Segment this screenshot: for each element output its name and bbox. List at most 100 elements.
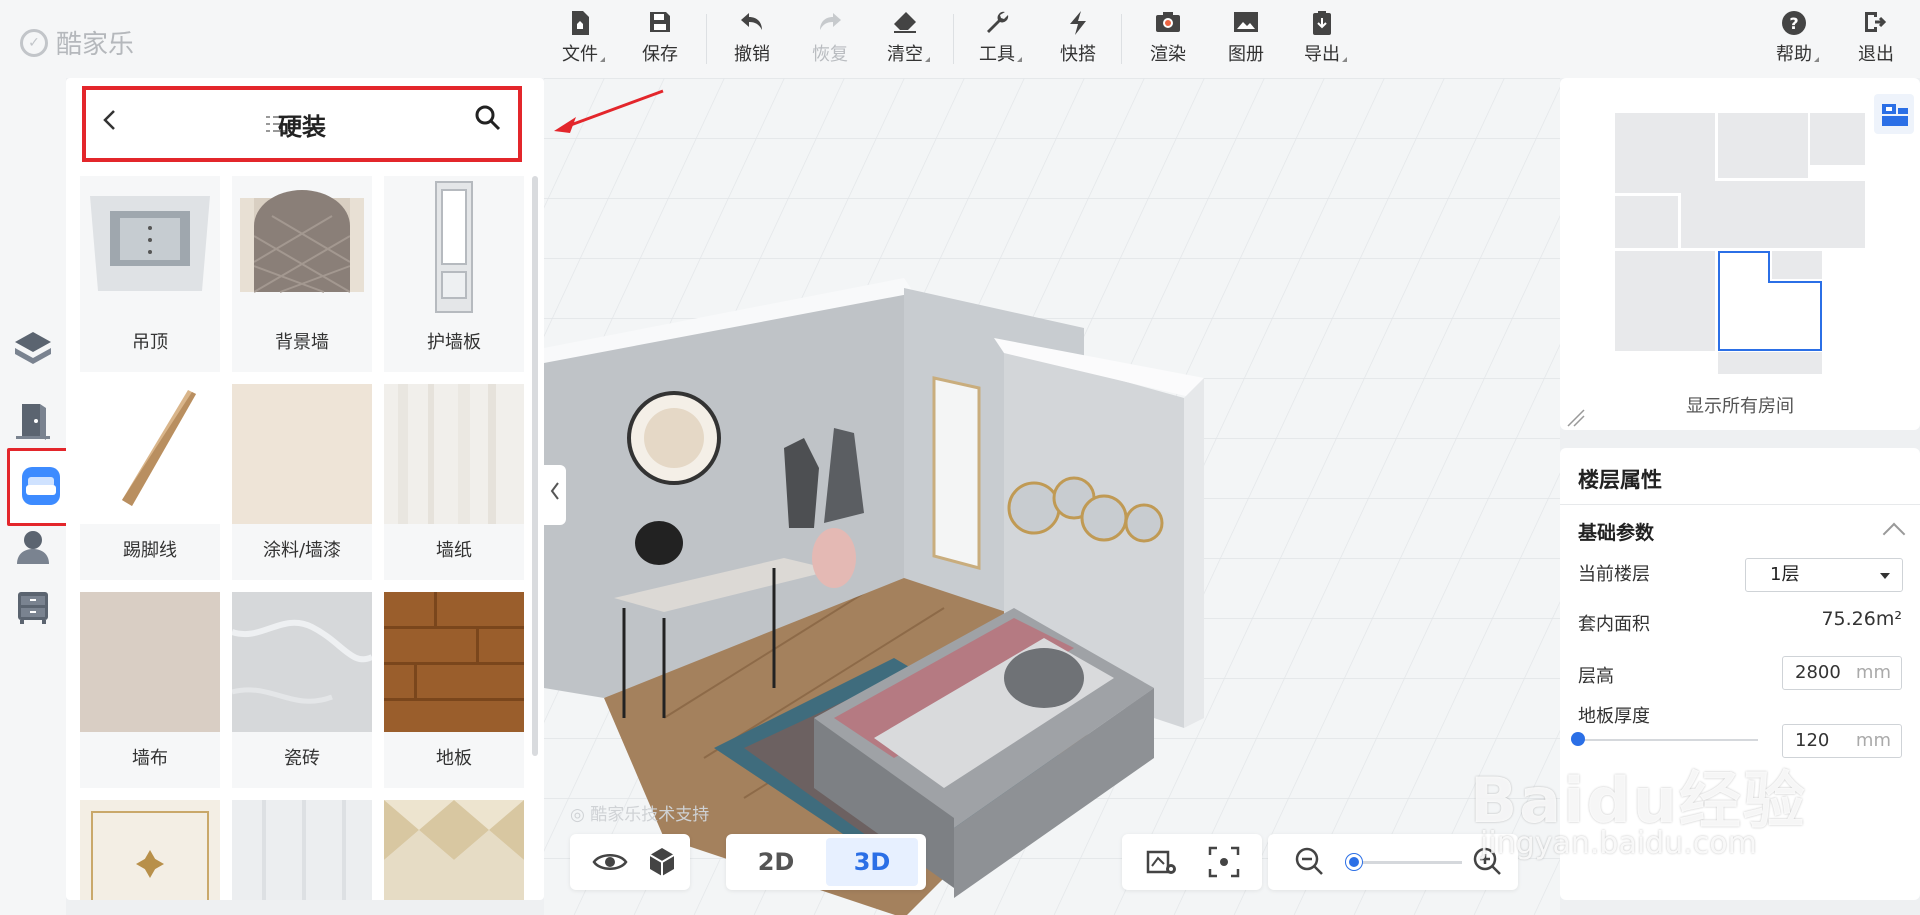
thickness-slider-track[interactable] (1578, 739, 1758, 741)
floorplan-icon (15, 332, 51, 364)
svg-text:?: ? (1789, 14, 1798, 33)
collapse-chevron-icon[interactable] (1882, 522, 1906, 546)
catalog-item-label: 墙布 (132, 748, 168, 769)
cube-view-button[interactable] (642, 842, 682, 882)
picture-icon (1211, 10, 1281, 40)
file-icon (545, 10, 615, 40)
floor-height-value: 2800 (1795, 662, 1841, 683)
catalog-item-wainscot[interactable]: 护墙板 (384, 176, 524, 372)
door-icon (16, 404, 50, 440)
toolbar-divider (706, 14, 707, 64)
wood-floor-thumbnail (384, 592, 524, 732)
sofa-icon (22, 467, 60, 505)
quick-button[interactable]: 快搭 (1043, 10, 1113, 70)
search-button[interactable] (474, 104, 506, 140)
toggle-minimap-button[interactable] (1874, 94, 1914, 134)
baseboard-thumbnail (80, 384, 220, 524)
basic-params-heading: 基础参数 (1578, 522, 1655, 544)
catalog-item-feature-wall[interactable]: 背景墙 (232, 176, 372, 372)
rail-door-window-button[interactable] (12, 400, 54, 442)
redo-label: 恢复 (812, 44, 848, 65)
cube-icon (649, 848, 675, 876)
chevron-left-icon (550, 482, 559, 500)
catalog-item-baseboard[interactable]: 踢脚线 (80, 384, 220, 580)
floor-properties-title: 楼层属性 (1578, 468, 1662, 492)
floorplan-minimap[interactable]: 显示所有房间 (1560, 78, 1920, 430)
catalog-item-partial[interactable] (80, 800, 220, 900)
focus-button[interactable] (1204, 842, 1244, 882)
catalog-item-wallcloth[interactable]: 墙布 (80, 592, 220, 788)
zoom-out-icon (1295, 847, 1323, 875)
zoom-slider-knob[interactable] (1346, 854, 1362, 870)
file-button[interactable]: 文件 (545, 10, 615, 70)
catalog-item-label: 墙纸 (436, 540, 472, 561)
floor-thickness-unit: mm (1855, 730, 1891, 751)
catalog-item-partial[interactable] (232, 800, 372, 900)
zoom-out-button[interactable] (1290, 842, 1330, 882)
rail-person-button[interactable] (12, 526, 54, 568)
export-icon (1287, 10, 1357, 40)
camera-icon (1133, 10, 1203, 40)
show-all-rooms-link[interactable]: 显示所有房间 (1560, 392, 1920, 418)
dropdown-corner-icon (925, 57, 930, 62)
divider (1560, 504, 1920, 505)
undo-button[interactable]: 撤销 (717, 10, 787, 70)
save-button[interactable]: 保存 (625, 10, 695, 70)
help-button[interactable]: ? 帮助 (1759, 10, 1829, 70)
album-label: 图册 (1228, 44, 1264, 65)
zoom-slider-track[interactable] (1352, 861, 1462, 864)
rail-hard-decor-button[interactable] (7, 448, 73, 526)
catalog-item-paint[interactable]: 涂料/墙漆 (232, 384, 372, 580)
export-button[interactable]: 导出 (1287, 10, 1357, 70)
catalog-item-wood-floor[interactable]: 地板 (384, 592, 524, 788)
camera-settings-button[interactable] (1142, 842, 1182, 882)
tools-button[interactable]: 工具 (962, 10, 1032, 70)
album-button[interactable]: 图册 (1211, 10, 1281, 70)
panel-header: 硬装 (82, 86, 522, 162)
rail-cabinet-button[interactable] (12, 586, 54, 628)
catalog-item-tile[interactable]: 瓷砖 (232, 592, 372, 788)
top-toolbar: ✓ 酷家乐 文件 保存 撤销 恢复 清空 工具 快搭 渲染 图册 导出 ? 帮助… (0, 0, 1920, 78)
app-logo: ✓ 酷家乐 (20, 24, 134, 61)
support-watermark: ◎ 酷家乐技术支持 (570, 800, 709, 825)
rail-floorplan-button[interactable] (12, 328, 54, 370)
current-floor-value: 1层 (1770, 564, 1800, 585)
area-label: 套内面积 (1578, 614, 1650, 635)
clear-label: 清空 (887, 44, 923, 65)
render-button[interactable]: 渲染 (1133, 10, 1203, 70)
redo-button[interactable]: 恢复 (795, 10, 865, 70)
tile-thumbnail (232, 592, 372, 732)
panel-collapse-button[interactable] (544, 465, 566, 525)
wainscot-thumbnail (384, 176, 524, 316)
catalog-item-wallpaper[interactable]: 墙纸 (384, 384, 524, 580)
catalog-item-ceiling[interactable]: 吊顶 (80, 176, 220, 372)
exit-label: 退出 (1858, 44, 1894, 65)
thickness-slider-knob[interactable] (1571, 732, 1585, 746)
mode-2d-button[interactable]: 2D (730, 838, 822, 886)
dropdown-corner-icon (600, 57, 605, 62)
wallcloth-thumbnail (80, 592, 220, 732)
panel-title: 硬装 (278, 113, 326, 141)
catalog-item-label: 吊顶 (132, 332, 168, 353)
clear-button[interactable]: 清空 (870, 10, 940, 70)
current-floor-select[interactable]: 1层 (1745, 558, 1903, 592)
mode-3d-button[interactable]: 3D (826, 838, 918, 886)
floor-height-unit: mm (1855, 662, 1891, 683)
view-mode-toggle: 2D 3D (726, 834, 926, 890)
panel-scrollbar[interactable] (532, 176, 538, 756)
exit-button[interactable]: 退出 (1841, 10, 1911, 70)
3d-viewport[interactable] (544, 78, 1560, 915)
redo-icon (795, 10, 865, 40)
panel-thumbnail (232, 800, 372, 900)
render-label: 渲染 (1150, 44, 1186, 65)
floor-height-input[interactable]: 2800 mm (1782, 656, 1902, 690)
exit-icon (1841, 10, 1911, 40)
dropdown-corner-icon (1017, 57, 1022, 62)
catalog-item-partial[interactable] (384, 800, 524, 900)
annotation-arrow (554, 89, 664, 133)
catalog-item-label: 涂料/墙漆 (262, 540, 342, 561)
visibility-button[interactable] (590, 842, 630, 882)
catalog-item-label: 瓷砖 (284, 748, 320, 769)
floor-thickness-label: 地板厚度 (1578, 706, 1650, 727)
pattern-tile-thumbnail (384, 800, 524, 900)
